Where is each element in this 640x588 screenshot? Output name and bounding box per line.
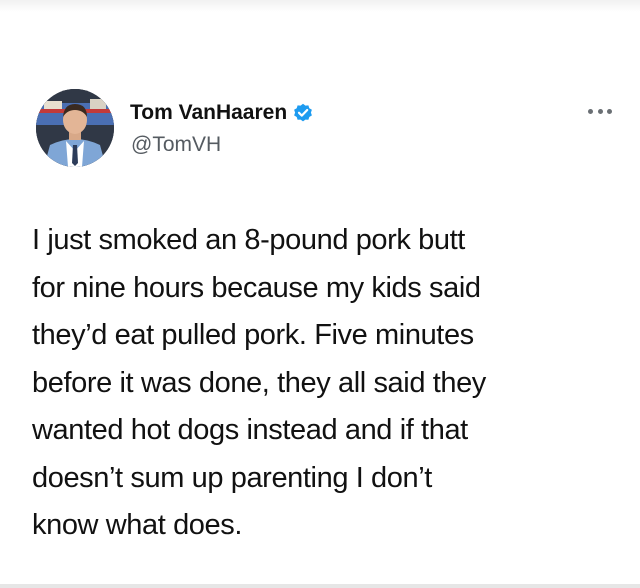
tweet-text: I just smoked an 8-pound pork butt for n…	[32, 224, 486, 541]
tweet-card: Tom VanHaaren @TomVH I just smoked an 8-…	[0, 0, 640, 588]
bottom-divider	[0, 584, 640, 588]
profile-photo-icon	[36, 89, 114, 167]
ellipsis-icon	[607, 108, 612, 114]
author-handle[interactable]: @TomVH	[131, 133, 221, 157]
ellipsis-icon	[597, 108, 603, 114]
verified-badge-icon	[293, 103, 313, 123]
ellipsis-icon	[588, 108, 593, 114]
avatar[interactable]	[36, 89, 114, 167]
author-name[interactable]: Tom VanHaaren	[130, 101, 287, 125]
more-options-button[interactable]	[588, 104, 612, 118]
author-row: Tom VanHaaren	[130, 101, 313, 125]
